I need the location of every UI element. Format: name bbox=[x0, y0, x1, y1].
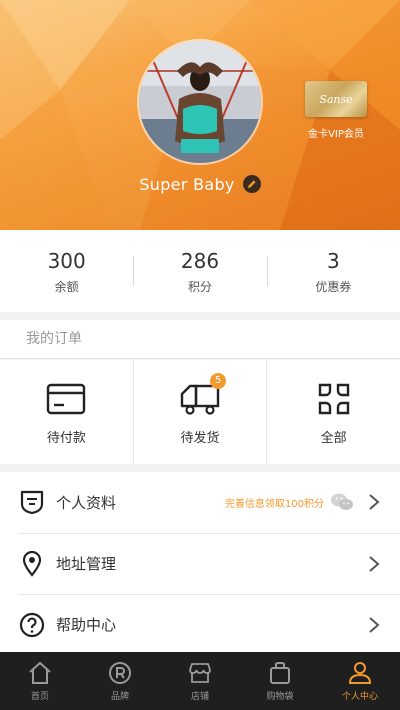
stat-label: 余额 bbox=[54, 279, 79, 294]
vip-card-logo: Sanse bbox=[319, 92, 353, 106]
registered-icon bbox=[109, 662, 131, 684]
bag-icon bbox=[270, 662, 290, 684]
tab-label: 首页 bbox=[30, 692, 49, 702]
location-pin-icon bbox=[18, 550, 46, 578]
help-icon bbox=[18, 611, 46, 639]
stat-points[interactable]: 286 积分 bbox=[133, 248, 266, 295]
menu-item-profile[interactable]: 个人资料 完善信息领取100积分 bbox=[18, 472, 400, 532]
account-stats: 300 余额 286 积分 3 优惠券 bbox=[0, 230, 400, 312]
tab-label: 品牌 bbox=[110, 692, 129, 702]
store-icon bbox=[189, 663, 211, 683]
bottom-tab-bar: 首页 品牌 店铺 购物袋 个人中心 bbox=[0, 652, 400, 710]
profile-header: Super Baby Sanse 金卡VIP会员 bbox=[0, 0, 400, 230]
wechat-icon bbox=[331, 493, 353, 510]
order-pending-payment[interactable]: 待付款 bbox=[0, 360, 133, 464]
tab-label: 购物袋 bbox=[266, 692, 294, 702]
vip-label: 金卡VIP会员 bbox=[308, 129, 364, 140]
edit-pencil-icon[interactable] bbox=[242, 175, 261, 193]
order-label: 待发货 bbox=[180, 430, 220, 446]
order-pending-shipment[interactable]: 5 待发货 bbox=[132, 360, 267, 464]
stat-coupons[interactable]: 3 优惠券 bbox=[266, 248, 400, 295]
menu-label: 帮助中心 bbox=[56, 616, 117, 634]
tab-label: 个人中心 bbox=[341, 692, 378, 702]
settings-menu: 个人资料 完善信息领取100积分 地址管理 帮助中心 bbox=[0, 472, 400, 652]
grid-icon bbox=[312, 379, 356, 419]
menu-item-address[interactable]: 地址管理 bbox=[18, 533, 400, 593]
tab-brand[interactable]: 品牌 bbox=[80, 652, 160, 710]
tab-profile[interactable]: 个人中心 bbox=[320, 652, 400, 710]
vip-card[interactable]: Sanse bbox=[305, 81, 367, 117]
tab-store[interactable]: 店铺 bbox=[160, 652, 240, 710]
tab-shopping-bag[interactable]: 购物袋 bbox=[240, 652, 320, 710]
username-row: Super Baby bbox=[0, 172, 400, 196]
stat-value: 300 bbox=[47, 248, 86, 273]
orders-section-title[interactable]: 我的订单 bbox=[0, 320, 400, 359]
profile-shield-icon bbox=[18, 488, 46, 516]
chevron-right-icon bbox=[369, 555, 380, 572]
stat-label: 优惠券 bbox=[315, 279, 352, 294]
chevron-right-icon bbox=[369, 494, 380, 510]
tab-label: 店铺 bbox=[190, 692, 209, 702]
stat-value: 3 bbox=[326, 248, 340, 273]
truck-icon: 5 bbox=[178, 372, 226, 419]
avatar[interactable] bbox=[137, 39, 263, 165]
home-icon bbox=[29, 661, 51, 684]
profile-reward-hint: 完善信息领取100积分 bbox=[224, 498, 324, 510]
stat-value: 286 bbox=[180, 248, 220, 273]
shipment-count-badge: 5 bbox=[210, 372, 226, 389]
tab-home[interactable]: 首页 bbox=[0, 652, 80, 710]
menu-label: 地址管理 bbox=[56, 555, 117, 573]
orders-grid: 待付款 5 待发货 全部 bbox=[0, 360, 400, 464]
person-icon bbox=[348, 662, 372, 684]
menu-label: 个人资料 bbox=[56, 493, 117, 512]
username: Super Baby bbox=[139, 174, 235, 194]
order-all[interactable]: 全部 bbox=[266, 360, 400, 464]
chevron-right-icon bbox=[369, 616, 380, 633]
stat-label: 积分 bbox=[187, 279, 212, 294]
menu-item-help[interactable]: 帮助中心 bbox=[18, 594, 400, 654]
card-icon bbox=[44, 379, 88, 419]
order-label: 全部 bbox=[320, 430, 347, 446]
stat-balance[interactable]: 300 余额 bbox=[0, 248, 133, 295]
order-label: 待付款 bbox=[46, 430, 86, 446]
